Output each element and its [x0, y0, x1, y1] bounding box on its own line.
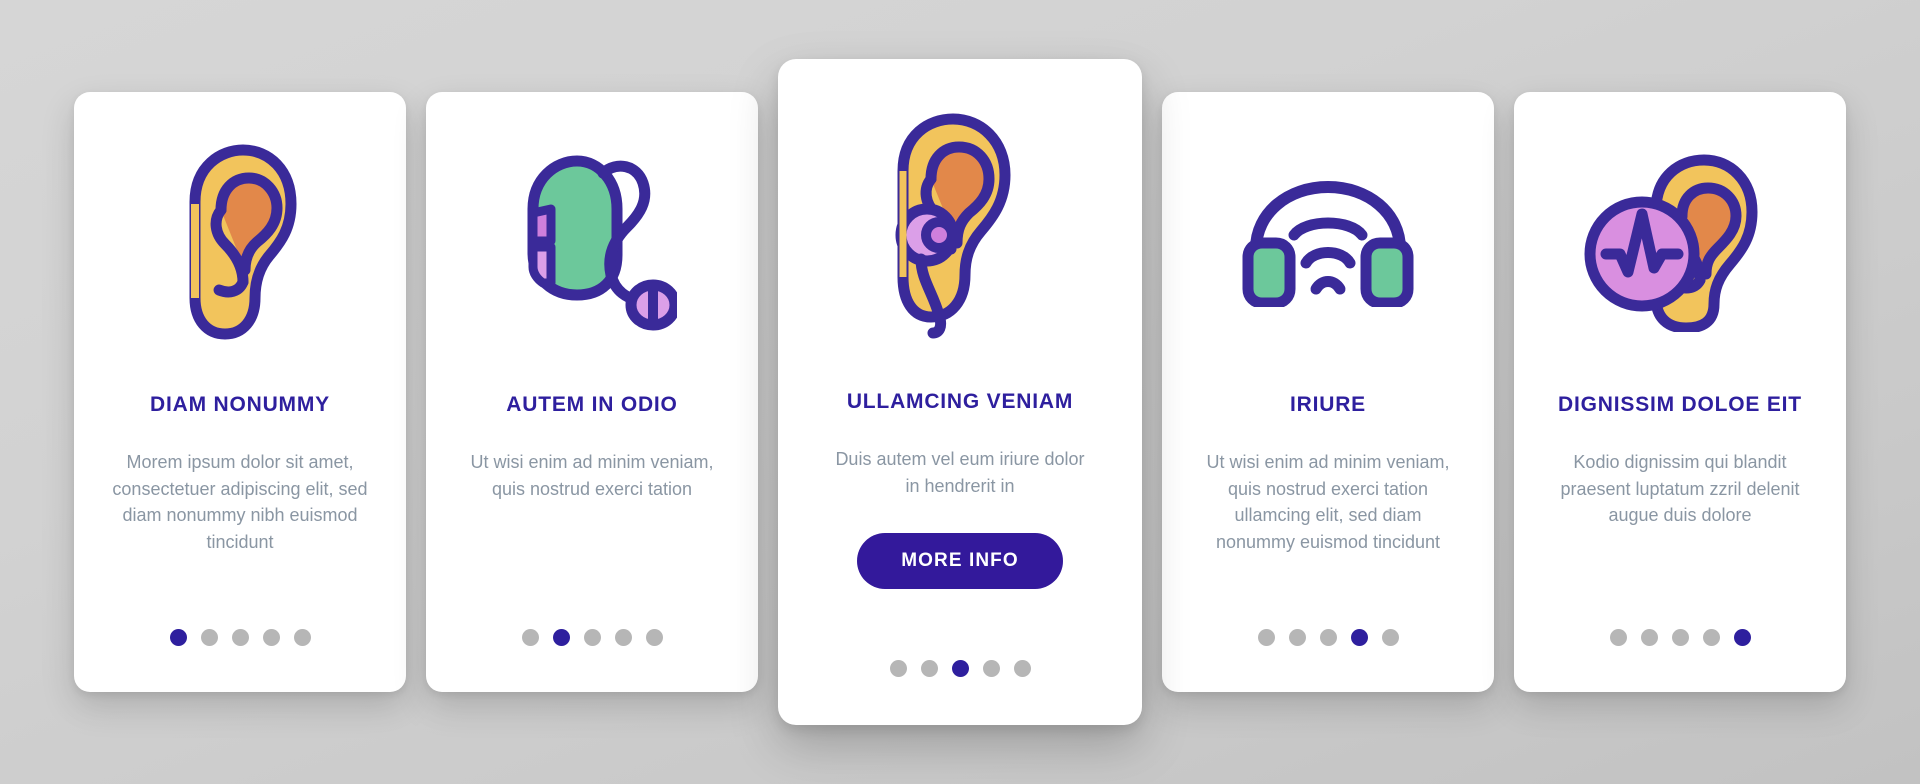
pagination-dot[interactable] [1319, 629, 1337, 646]
pagination-dots[interactable] [1514, 629, 1846, 646]
pagination-dot[interactable] [1702, 629, 1720, 646]
ear-with-hearing-aid-icon [804, 59, 1116, 389]
more-info-button[interactable]: MORE INFO [857, 533, 1063, 590]
pagination-dot[interactable] [1733, 629, 1751, 646]
pagination-dot[interactable] [951, 660, 969, 677]
pagination-dot[interactable] [1350, 629, 1368, 646]
card-body-text: Kodio dignissim qui blandit praesent lup… [1560, 452, 1800, 526]
card-body-text: Ut wisi enim ad minim veniam, quis nostr… [1206, 452, 1450, 553]
pagination-dots[interactable] [74, 629, 406, 646]
pagination-dots[interactable] [778, 660, 1142, 677]
pagination-dots[interactable] [426, 629, 758, 646]
pagination-dot[interactable] [920, 660, 938, 677]
card-title: IRIURE [1290, 393, 1366, 416]
pagination-dot[interactable] [1013, 660, 1031, 677]
card-title: DIAM NONUMMY [150, 393, 330, 416]
cards-row: DIAM NONUMMY Morem ipsum dolor sit amet,… [74, 59, 1846, 725]
pagination-dot[interactable] [200, 629, 218, 646]
pagination-dot[interactable] [1381, 629, 1399, 646]
card-title: DIGNISSIM DOLOE EIT [1558, 393, 1802, 416]
hearing-aid-icon [452, 92, 732, 392]
card-title: ULLAMCING VENIAM [846, 390, 1074, 413]
pagination-dot[interactable] [231, 629, 249, 646]
card-body-text: Duis autem vel eum iriure dolor in hendr… [835, 449, 1085, 496]
pagination-dot[interactable] [552, 629, 570, 646]
card-title: AUTEM IN ODIO [506, 393, 678, 416]
pagination-dot[interactable] [521, 629, 539, 646]
onboarding-card-2[interactable]: AUTEM IN ODIO Ut wisi enim ad minim veni… [426, 92, 758, 692]
pagination-dot[interactable] [169, 629, 187, 646]
card-body-text: Ut wisi enim ad minim veniam, quis nostr… [470, 452, 714, 499]
pagination-dot[interactable] [645, 629, 663, 646]
pagination-dot[interactable] [583, 629, 601, 646]
card-body-text: Morem ipsum dolor sit amet, consectetuer… [112, 452, 368, 553]
pagination-dot[interactable] [982, 660, 1000, 677]
onboarding-card-1[interactable]: DIAM NONUMMY Morem ipsum dolor sit amet,… [74, 92, 406, 692]
pagination-dot[interactable] [1288, 629, 1306, 646]
onboarding-card-4[interactable]: IRIURE Ut wisi enim ad minim veniam, qui… [1162, 92, 1494, 692]
ear-icon [100, 92, 380, 392]
pagination-dot[interactable] [889, 660, 907, 677]
pagination-dot[interactable] [614, 629, 632, 646]
pagination-dot[interactable] [1257, 629, 1275, 646]
ear-audiogram-icon [1540, 92, 1820, 392]
pagination-dots[interactable] [1162, 629, 1494, 646]
onboarding-card-5[interactable]: DIGNISSIM DOLOE EIT Kodio dignissim qui … [1514, 92, 1846, 692]
pagination-dot[interactable] [1640, 629, 1658, 646]
headphones-icon [1188, 92, 1468, 392]
pagination-dot[interactable] [1609, 629, 1627, 646]
pagination-dot[interactable] [262, 629, 280, 646]
onboarding-screens-stage: DIAM NONUMMY Morem ipsum dolor sit amet,… [0, 0, 1920, 784]
pagination-dot[interactable] [1671, 629, 1689, 646]
onboarding-card-3[interactable]: ULLAMCING VENIAM Duis autem vel eum iriu… [778, 59, 1142, 725]
pagination-dot[interactable] [293, 629, 311, 646]
